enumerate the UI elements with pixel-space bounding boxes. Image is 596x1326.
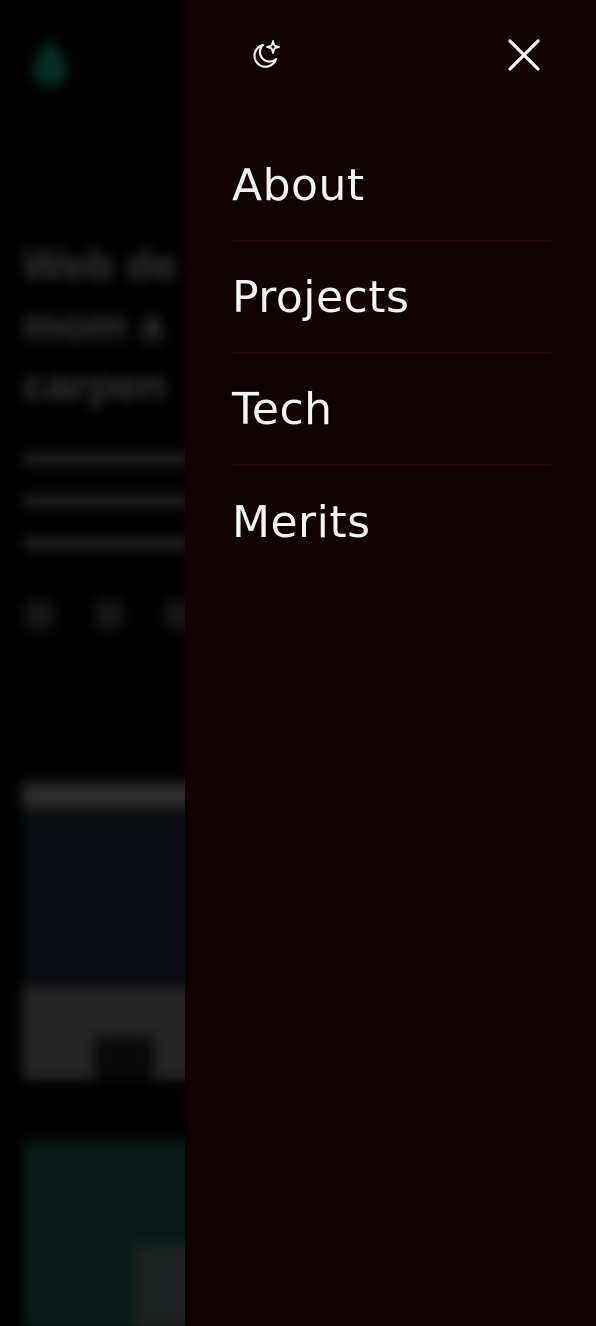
nav-menu: About Projects Tech Merits <box>232 130 552 578</box>
nav-item-merits[interactable]: Merits <box>232 466 552 578</box>
nav-item-projects[interactable]: Projects <box>232 242 552 354</box>
social-icon <box>94 600 124 630</box>
close-button[interactable] <box>501 32 547 78</box>
nav-item-label: About <box>232 159 365 211</box>
hero-text-line <box>22 452 192 466</box>
nav-item-label: Merits <box>232 496 371 548</box>
moon-stars-icon <box>253 40 280 68</box>
nav-item-about[interactable]: About <box>232 130 552 242</box>
close-icon <box>508 39 540 71</box>
social-icon <box>24 600 54 630</box>
page: Web de mom a carpen About Projects Tech … <box>0 0 596 1326</box>
project-card-shape <box>94 1036 154 1080</box>
logo-icon <box>32 38 68 86</box>
theme-toggle-button[interactable] <box>247 36 285 74</box>
hero-text-line <box>22 536 192 550</box>
nav-drawer: About Projects Tech Merits <box>185 0 596 1326</box>
nav-item-label: Projects <box>232 271 410 323</box>
hero-text-line <box>22 494 192 508</box>
nav-item-label: Tech <box>232 383 333 435</box>
nav-item-tech[interactable]: Tech <box>232 354 552 466</box>
